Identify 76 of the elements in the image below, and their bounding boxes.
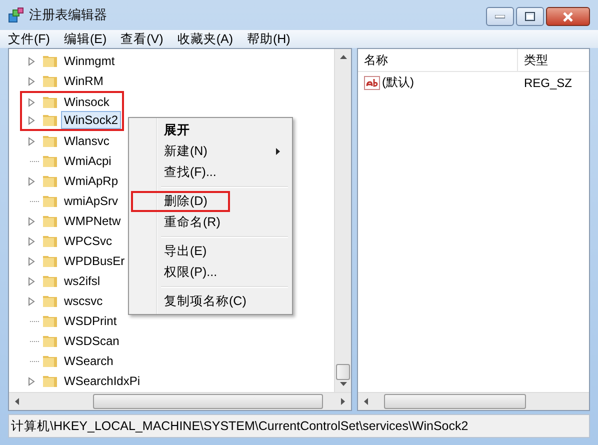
maximize-button[interactable] (516, 7, 544, 26)
folder-icon (42, 373, 58, 389)
tree-line (30, 200, 39, 202)
folder-icon (42, 53, 58, 69)
context-menu-item[interactable]: 权限(P)... (164, 264, 218, 281)
tree-item[interactable]: Wlansvc (61, 132, 112, 150)
scroll-down-icon[interactable] (340, 382, 346, 386)
tree-item[interactable]: wscsvc (61, 292, 106, 310)
horizontal-scrollbar[interactable] (358, 392, 589, 410)
minimize-icon (495, 14, 505, 18)
menu-item[interactable]: 收藏夹(A) (177, 30, 233, 48)
folder-icon (42, 353, 58, 369)
tree-item[interactable]: WSDPrint (61, 312, 120, 330)
tree-item[interactable]: WPCSvc (61, 232, 115, 250)
context-menu-item[interactable]: 导出(E) (164, 243, 207, 260)
column-header[interactable]: 类型 (518, 49, 589, 71)
scroll-left-icon[interactable] (15, 398, 19, 405)
value-type: REG_SZ (523, 76, 574, 90)
status-bar: 计算机\HKEY_LOCAL_MACHINE\SYSTEM\CurrentControlSet\services\WinSock2 (8, 414, 590, 438)
context-menu-item[interactable]: 展开 (164, 122, 190, 139)
folder-icon (42, 173, 58, 189)
vertical-scrollbar[interactable] (334, 49, 351, 392)
menu-item[interactable]: 帮助(H) (246, 30, 290, 48)
folder-icon (42, 253, 58, 269)
value-name[interactable]: (默认) (382, 74, 414, 91)
horizontal-scrollbar[interactable] (9, 392, 351, 410)
scroll-thumb[interactable] (336, 364, 350, 380)
minimize-button[interactable] (486, 7, 514, 26)
close-button[interactable] (546, 7, 590, 26)
tree-item[interactable]: WmiAcpi (61, 152, 114, 170)
folder-icon (42, 273, 58, 289)
folder-icon (42, 213, 58, 229)
folder-icon (42, 313, 58, 329)
context-menu-item[interactable]: 新建(N) (164, 143, 208, 160)
tree-line (30, 320, 39, 322)
tree-item[interactable]: WSDScan (61, 332, 122, 350)
tree-line (30, 360, 39, 362)
tree-item[interactable]: WinSock2 (61, 111, 122, 129)
scroll-right-icon[interactable] (341, 398, 345, 405)
folder-icon (42, 193, 58, 209)
context-menu-item[interactable]: 复制项名称(C) (164, 293, 246, 310)
menu-item[interactable]: 编辑(E) (64, 30, 107, 48)
tree-line (30, 160, 39, 162)
folder-icon (42, 133, 58, 149)
tree-item[interactable]: WmiApRp (61, 172, 122, 190)
close-icon (562, 12, 574, 22)
menu-item[interactable]: 文件(F) (8, 30, 50, 48)
tree-item[interactable]: Winmgmt (61, 52, 118, 70)
folder-icon (42, 293, 58, 309)
tree-line (30, 340, 39, 342)
scroll-left-icon[interactable] (364, 398, 368, 405)
tree-item[interactable]: wmiApSrv (61, 192, 122, 210)
scroll-thumb[interactable] (93, 394, 323, 409)
scroll-up-icon[interactable] (340, 55, 346, 59)
folder-icon (42, 94, 58, 110)
menu-item[interactable]: 查看(V) (120, 30, 164, 48)
folder-icon (42, 333, 58, 349)
maximize-icon (525, 12, 535, 21)
tree-item[interactable]: WSearchIdxPi (61, 372, 144, 390)
tree-item[interactable]: WinRM (61, 72, 106, 90)
context-menu-item[interactable]: 重命名(R) (164, 214, 220, 231)
column-header[interactable]: 名称 (358, 49, 518, 71)
tree-item[interactable]: WPDBusEr (61, 252, 128, 270)
string-value-icon (364, 76, 380, 90)
registry-cubes-icon (8, 7, 24, 23)
window-title: 注册表编辑器 (29, 6, 107, 24)
tree-item[interactable]: WSearch (61, 352, 116, 370)
folder-icon (42, 73, 58, 89)
submenu-arrow-icon (276, 148, 280, 155)
context-menu-item[interactable]: 查找(F)... (164, 164, 216, 181)
folder-icon (42, 112, 58, 128)
tree-item[interactable]: WMPNetw (61, 212, 124, 230)
folder-icon (42, 153, 58, 169)
scroll-thumb[interactable] (384, 394, 526, 409)
tree-item[interactable]: ws2ifsl (61, 272, 104, 290)
folder-icon (42, 233, 58, 249)
